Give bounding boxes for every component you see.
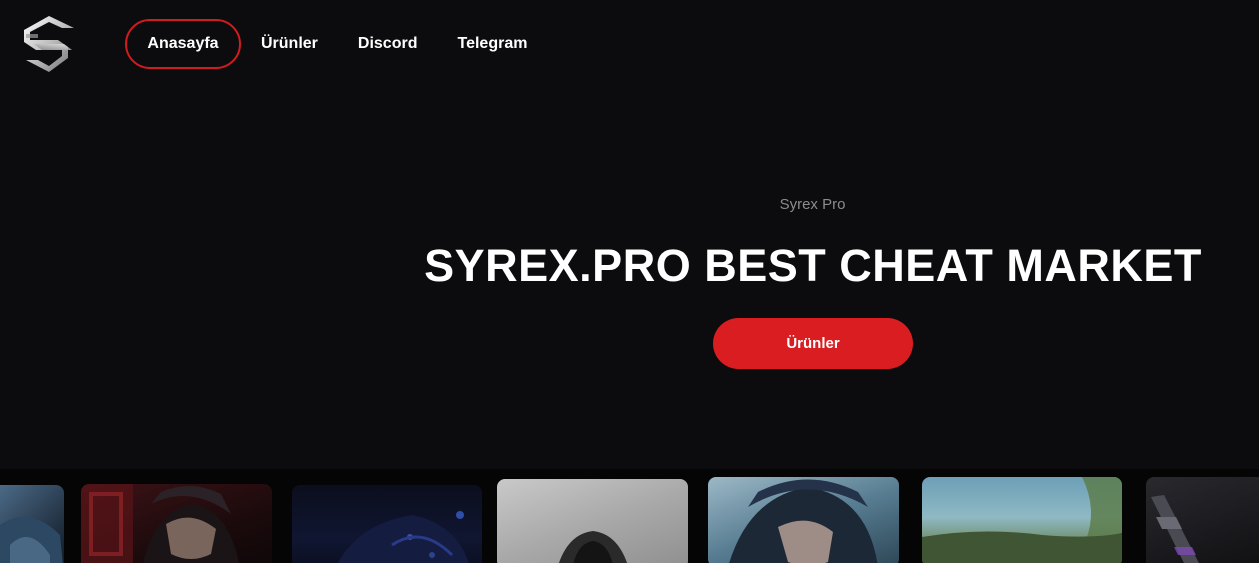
nav-item-urunler[interactable]: Ürünler [241,19,338,69]
syrex-logo-icon[interactable] [18,14,80,76]
product-card-image[interactable] [1146,477,1259,563]
nav-item-anasayfa[interactable]: Anasayfa [125,19,241,69]
products-button[interactable]: Ürünler [713,318,913,369]
product-image-strip [0,469,1259,563]
hero-subtitle: Syrex Pro [779,196,846,213]
nav-item-telegram[interactable]: Telegram [437,19,547,69]
main-nav: Anasayfa Ürünler Discord Telegram [125,19,547,69]
product-card-image[interactable] [292,485,482,563]
page: Anasayfa Ürünler Discord Telegram Syrex … [0,0,1259,563]
product-card-image[interactable] [497,479,688,563]
hero-title: SYREX.PRO BEST CHEAT MARKET [424,240,1202,291]
nav-item-discord[interactable]: Discord [338,19,438,69]
product-card-image[interactable] [708,477,899,563]
product-card-image[interactable] [81,484,272,563]
product-card-image[interactable] [0,485,64,563]
product-card-image[interactable] [922,477,1122,563]
